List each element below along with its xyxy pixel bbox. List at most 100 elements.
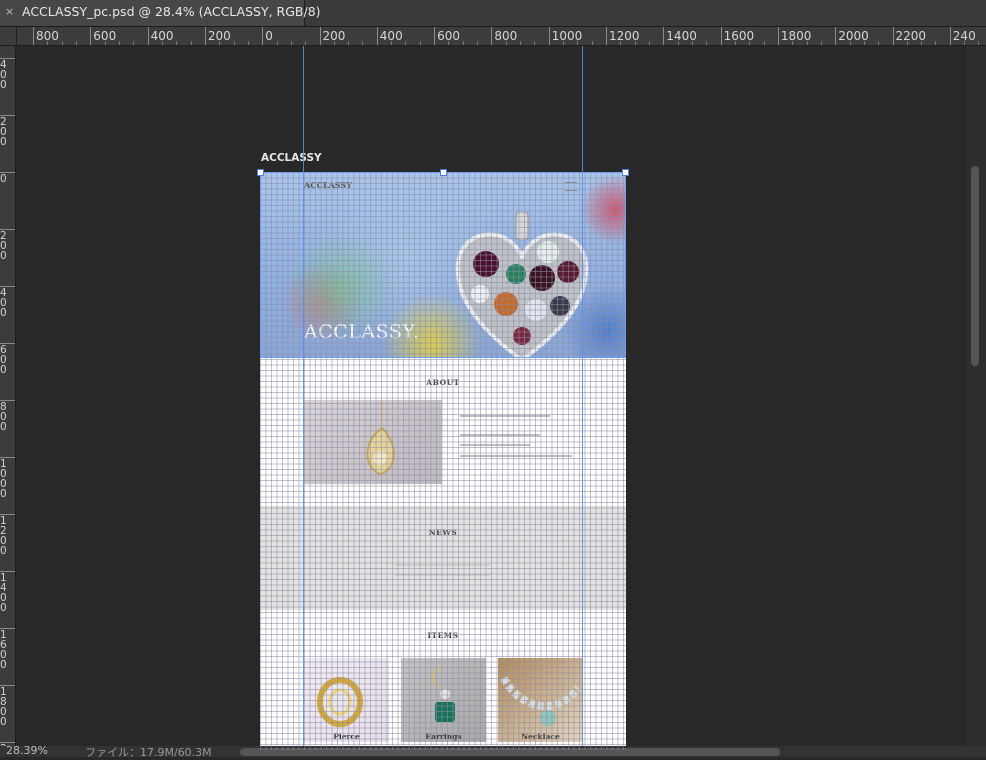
ruler-tick: [720, 27, 722, 45]
document-tab-title: ACCLASSY_pc.psd @ 28.4% (ACCLASSY, RGB/8…: [22, 4, 321, 19]
item-necklace-label: Necklace: [521, 732, 560, 741]
ruler-minor-tick: [118, 41, 120, 45]
news-section: [260, 506, 626, 610]
ruler-label: 1000: [551, 29, 583, 43]
ruler-tick: [835, 27, 837, 45]
ruler-label: 400: [0, 287, 7, 319]
ruler-minor-tick: [935, 41, 937, 45]
ruler-minor-tick: [61, 41, 63, 45]
ruler-minor-tick: [534, 41, 536, 45]
items-heading: ITEMS: [427, 631, 459, 640]
ruler-tick: [663, 27, 665, 45]
ruler-minor-tick: [648, 41, 650, 45]
zoom-level[interactable]: 28.39%: [6, 744, 48, 757]
ruler-label: 1800: [0, 686, 7, 728]
item-pierce-photo: [304, 658, 389, 742]
ruler-label: 400: [0, 59, 7, 91]
ruler-tick: [376, 27, 378, 45]
ruler-minor-tick: [878, 41, 880, 45]
transform-handle[interactable]: [622, 169, 629, 176]
ruler-minor-tick: [190, 41, 192, 45]
ruler-label: 240: [952, 29, 976, 43]
ruler-label: 1200: [609, 29, 640, 43]
ruler-minor-tick: [75, 41, 77, 45]
ruler-label: 0: [265, 29, 273, 43]
news-text-line: [395, 574, 490, 576]
heart-pendant-image: [455, 212, 589, 358]
ruler-label: 1000: [0, 458, 7, 500]
ruler-minor-tick: [763, 41, 765, 45]
ruler-minor-tick: [276, 41, 278, 45]
ruler-minor-tick: [820, 41, 822, 45]
news-text-line: [395, 564, 490, 566]
ruler-label: 600: [0, 344, 7, 376]
document-size[interactable]: ファイル：17.9M/60.3M: [85, 744, 212, 760]
about-text-line: [460, 444, 530, 446]
ruler-label: 800: [0, 401, 7, 433]
ruler-label: 1400: [0, 572, 7, 614]
ruler-minor-tick: [477, 41, 479, 45]
ruler-tick: [33, 27, 34, 45]
vertical-ruler[interactable]: 4002000200400600800100012001400160018002: [0, 46, 16, 746]
vertical-scrollbar[interactable]: [966, 46, 986, 746]
ruler-label: 400: [150, 29, 174, 43]
artboard[interactable]: ACCLASSY ACCLASSY. ABOUT NEWS ITEMS Pier…: [260, 172, 626, 750]
ruler-tick: [949, 27, 951, 45]
ruler-minor-tick: [133, 41, 135, 45]
ruler-minor-tick: [290, 41, 292, 45]
hero-section: ACCLASSY ACCLASSY.: [260, 172, 626, 358]
about-heading: ABOUT: [426, 378, 460, 387]
about-text-line: [460, 434, 540, 436]
right-guide[interactable]: [582, 46, 583, 746]
close-tab-icon[interactable]: ×: [5, 5, 14, 18]
ruler-tick: [548, 27, 550, 45]
ruler-label: 800: [494, 29, 518, 43]
ruler-tick: [434, 27, 436, 45]
ruler-label: 800: [36, 29, 59, 43]
ruler-label: 200: [0, 230, 7, 262]
ruler-minor-tick: [706, 41, 708, 45]
hero-title: ACCLASSY.: [304, 321, 420, 343]
nav-logo: ACCLASSY: [304, 180, 352, 190]
ruler-label: 400: [379, 29, 403, 43]
ruler-label: 600: [93, 29, 117, 43]
ruler-minor-tick: [305, 41, 307, 45]
item-earrings-label: Earrings: [425, 732, 462, 741]
about-photo: [304, 400, 442, 484]
item-necklace-photo: [498, 658, 583, 742]
ruler-minor-tick: [247, 41, 249, 45]
ruler-tick: [491, 27, 493, 45]
horizontal-ruler[interactable]: 800 600 400 200 0 200 400 600 800 1000 1200 1400 160…: [0, 27, 986, 46]
news-heading: NEWS: [428, 528, 458, 537]
ruler-label: 1800: [780, 29, 812, 43]
ruler-minor-tick: [591, 41, 593, 45]
ruler-label: 0: [0, 173, 7, 185]
about-text-line: [460, 455, 572, 457]
transform-handle[interactable]: [440, 169, 447, 176]
ruler-minor-tick: [348, 41, 350, 45]
ruler-minor-tick: [176, 41, 178, 45]
left-guide[interactable]: [303, 46, 304, 746]
ruler-minor-tick: [233, 41, 235, 45]
ruler-label: 200: [322, 29, 346, 43]
vertical-scrollbar-thumb[interactable]: [971, 166, 979, 366]
ruler-tick: [892, 27, 894, 45]
ruler-label: 200: [0, 116, 7, 148]
ruler-label: 2000: [838, 29, 869, 43]
hamburger-menu-icon: [565, 182, 577, 191]
artboard-name[interactable]: ACCLASSY: [261, 152, 322, 164]
ruler-tick: [90, 27, 92, 45]
ruler-corner[interactable]: [0, 27, 17, 46]
item-earrings-photo: [401, 658, 486, 742]
ruler-tick: [204, 27, 206, 45]
ruler-label: 600: [437, 29, 460, 43]
document-tab[interactable]: × ACCLASSY_pc.psd @ 28.4% (ACCLASSY, RGB…: [0, 0, 321, 26]
about-text-line: [460, 415, 550, 417]
ruler-minor-tick: [405, 41, 407, 45]
horizontal-scrollbar-thumb[interactable]: [240, 748, 780, 756]
ruler-label: 1400: [666, 29, 697, 43]
transform-handle[interactable]: [257, 169, 264, 176]
ruler-minor-tick: [419, 41, 421, 45]
ruler-minor-tick: [978, 41, 980, 45]
ruler-tick: [262, 27, 264, 45]
